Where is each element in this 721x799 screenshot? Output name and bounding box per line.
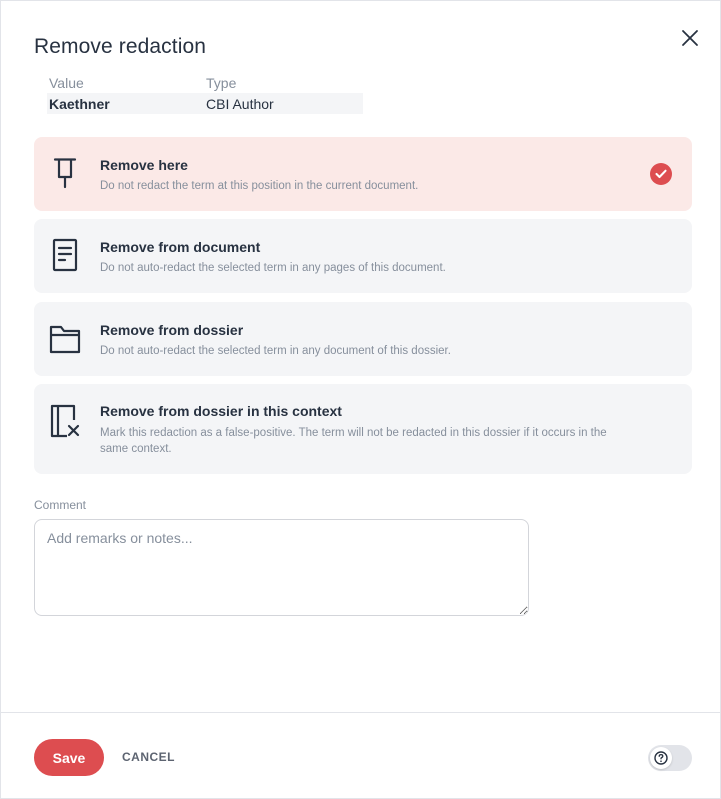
option-remove-here[interactable]: Remove here Do not redact the term at th…	[34, 137, 692, 211]
selected-check-icon	[650, 163, 672, 185]
help-icon	[654, 751, 668, 765]
value-cell: Kaethner	[49, 95, 110, 112]
option-title: Remove from document	[100, 239, 261, 255]
option-title: Remove from dossier	[100, 322, 244, 338]
type-header: Type	[206, 75, 237, 91]
pin-icon	[49, 156, 81, 190]
value-type-table: Value Type Kaethner CBI Author	[47, 73, 363, 114]
folder-icon	[49, 322, 81, 356]
value-header: Value	[49, 75, 84, 91]
type-cell: CBI Author	[206, 95, 274, 112]
help-toggle-knob	[650, 747, 672, 769]
option-title: Remove from dossier in this context	[100, 403, 342, 419]
cancel-button[interactable]: CANCEL	[122, 750, 175, 764]
false-positive-icon	[49, 404, 81, 438]
help-mode-toggle[interactable]	[648, 745, 692, 771]
document-icon	[49, 238, 81, 272]
option-description: Do not auto-redact the selected term in …	[100, 262, 446, 274]
close-icon	[682, 30, 698, 46]
option-description: Do not auto-redact the selected term in …	[100, 345, 451, 357]
table-row: Kaethner CBI Author	[47, 93, 363, 114]
close-button[interactable]	[673, 21, 707, 55]
option-description: Mark this redaction as a false-positive.…	[100, 427, 607, 455]
table-header: Value Type	[47, 73, 363, 93]
save-button[interactable]: Save	[34, 739, 104, 776]
footer-divider	[1, 712, 721, 713]
dialog-title: Remove redaction	[34, 35, 207, 58]
option-remove-in-context[interactable]: Remove from dossier in this context Mark…	[34, 384, 692, 474]
option-remove-from-document[interactable]: Remove from document Do not auto-redact …	[34, 219, 692, 293]
option-remove-from-dossier[interactable]: Remove from dossier Do not auto-redact t…	[34, 302, 692, 376]
remove-redaction-dialog: Remove redaction Value Type Kaethner CBI…	[0, 0, 721, 799]
option-title: Remove here	[100, 157, 188, 173]
option-description: Do not redact the term at this position …	[100, 180, 419, 192]
comment-label: Comment	[34, 498, 87, 512]
comment-input[interactable]	[34, 519, 529, 616]
